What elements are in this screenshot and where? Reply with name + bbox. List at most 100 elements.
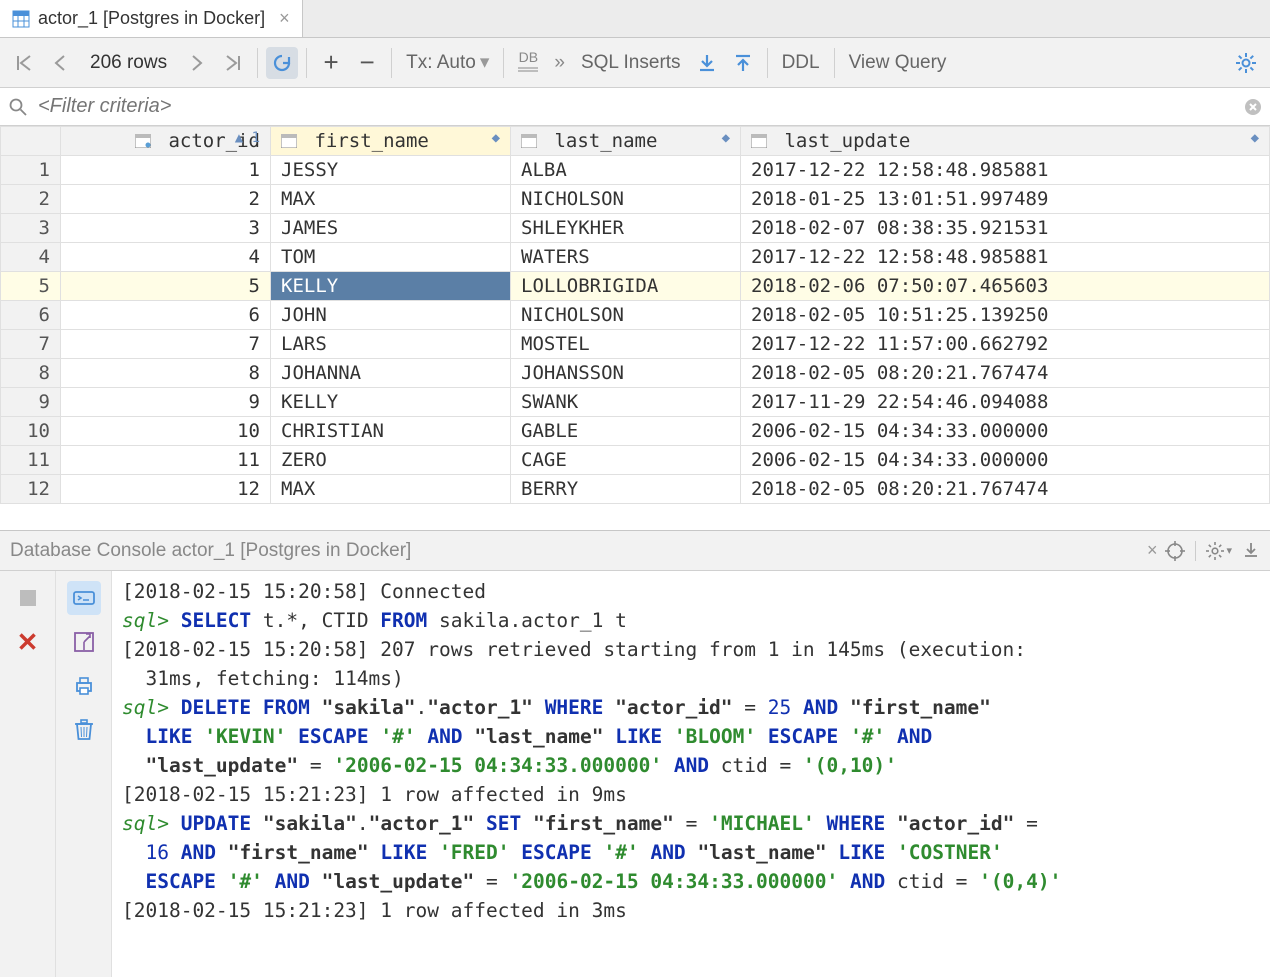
- row-number[interactable]: 11: [1, 446, 61, 475]
- cell-last-update[interactable]: 2018-02-05 08:20:21.767474: [741, 359, 1270, 388]
- cell-first-name[interactable]: LARS: [271, 330, 511, 359]
- row-number[interactable]: 9: [1, 388, 61, 417]
- col-first-name[interactable]: first_name ◆: [271, 127, 511, 156]
- table-row[interactable]: 11JESSYALBA2017-12-22 12:58:48.985881: [1, 156, 1270, 185]
- cell-last-update[interactable]: 2018-02-06 07:50:07.465603: [741, 272, 1270, 301]
- target-icon[interactable]: [1165, 541, 1185, 561]
- cell-last-name[interactable]: BERRY: [511, 475, 741, 504]
- cell-first-name[interactable]: KELLY: [271, 388, 511, 417]
- last-page-button[interactable]: [217, 47, 249, 79]
- rownum-header[interactable]: [1, 127, 61, 156]
- row-number[interactable]: 8: [1, 359, 61, 388]
- cell-last-update[interactable]: 2018-02-05 08:20:21.767474: [741, 475, 1270, 504]
- table-row[interactable]: 77LARSMOSTEL2017-12-22 11:57:00.662792: [1, 330, 1270, 359]
- stop-button[interactable]: [11, 581, 45, 615]
- table-row[interactable]: 22MAXNICHOLSON2018-01-25 13:01:51.997489: [1, 185, 1270, 214]
- table-row[interactable]: 88JOHANNAJOHANSSON2018-02-05 08:20:21.76…: [1, 359, 1270, 388]
- table-row[interactable]: 44TOMWATERS2017-12-22 12:58:48.985881: [1, 243, 1270, 272]
- db-console-button[interactable]: DB: [512, 52, 544, 74]
- cell-actor-id[interactable]: 10: [61, 417, 271, 446]
- cell-actor-id[interactable]: 2: [61, 185, 271, 214]
- row-number[interactable]: 1: [1, 156, 61, 185]
- cell-first-name[interactable]: JAMES: [271, 214, 511, 243]
- cell-first-name[interactable]: ZERO: [271, 446, 511, 475]
- row-number[interactable]: 3: [1, 214, 61, 243]
- cell-actor-id[interactable]: 1: [61, 156, 271, 185]
- cell-actor-id[interactable]: 8: [61, 359, 271, 388]
- console-output[interactable]: [2018-02-15 15:20:58] Connected sql> SEL…: [112, 571, 1270, 977]
- cell-last-name[interactable]: JOHANSSON: [511, 359, 741, 388]
- filter-input[interactable]: [38, 95, 1234, 118]
- view-query-button[interactable]: View Query: [843, 52, 953, 74]
- cell-last-name[interactable]: LOLLOBRIGIDA: [511, 272, 741, 301]
- expand-icon[interactable]: »: [548, 52, 571, 74]
- table-row[interactable]: 1111ZEROCAGE2006-02-15 04:34:33.000000: [1, 446, 1270, 475]
- cell-last-name[interactable]: ALBA: [511, 156, 741, 185]
- cell-actor-id[interactable]: 11: [61, 446, 271, 475]
- table-row[interactable]: 66JOHNNICHOLSON2018-02-05 10:51:25.13925…: [1, 301, 1270, 330]
- row-number[interactable]: 2: [1, 185, 61, 214]
- table-row[interactable]: 1212MAXBERRY2018-02-05 08:20:21.767474: [1, 475, 1270, 504]
- row-number[interactable]: 5: [1, 272, 61, 301]
- cell-first-name[interactable]: JOHN: [271, 301, 511, 330]
- close-icon[interactable]: ×: [279, 8, 290, 29]
- cell-last-update[interactable]: 2017-12-22 11:57:00.662792: [741, 330, 1270, 359]
- sql-inserts-button[interactable]: SQL Inserts: [575, 52, 687, 74]
- cell-actor-id[interactable]: 6: [61, 301, 271, 330]
- first-page-button[interactable]: [8, 47, 40, 79]
- cell-actor-id[interactable]: 4: [61, 243, 271, 272]
- add-row-button[interactable]: +: [315, 47, 347, 79]
- cell-actor-id[interactable]: 12: [61, 475, 271, 504]
- download-icon[interactable]: [1242, 541, 1260, 561]
- cell-first-name[interactable]: CHRISTIAN: [271, 417, 511, 446]
- cell-actor-id[interactable]: 7: [61, 330, 271, 359]
- delete-row-button[interactable]: −: [351, 47, 383, 79]
- cell-last-update[interactable]: 2018-02-05 10:51:25.139250: [741, 301, 1270, 330]
- ddl-button[interactable]: DDL: [776, 52, 826, 74]
- cell-last-update[interactable]: 2017-11-29 22:54:46.094088: [741, 388, 1270, 417]
- cell-first-name[interactable]: KELLY: [271, 272, 511, 301]
- table-row[interactable]: 55KELLYLOLLOBRIGIDA2018-02-06 07:50:07.4…: [1, 272, 1270, 301]
- col-last-name[interactable]: last_name ◆: [511, 127, 741, 156]
- export-button[interactable]: [727, 47, 759, 79]
- import-button[interactable]: [691, 47, 723, 79]
- row-number[interactable]: 10: [1, 417, 61, 446]
- cell-last-name[interactable]: SHLEYKHER: [511, 214, 741, 243]
- cell-first-name[interactable]: MAX: [271, 475, 511, 504]
- row-number[interactable]: 12: [1, 475, 61, 504]
- next-page-button[interactable]: [181, 47, 213, 79]
- cell-last-name[interactable]: NICHOLSON: [511, 185, 741, 214]
- close-icon[interactable]: ×: [1147, 540, 1158, 561]
- cell-last-update[interactable]: 2006-02-15 04:34:33.000000: [741, 417, 1270, 446]
- clear-filter-icon[interactable]: [1244, 98, 1262, 116]
- cell-actor-id[interactable]: 5: [61, 272, 271, 301]
- trash-button[interactable]: [67, 713, 101, 747]
- print-button[interactable]: [67, 669, 101, 703]
- cell-actor-id[interactable]: 3: [61, 214, 271, 243]
- cell-last-update[interactable]: 2018-02-07 08:38:35.921531: [741, 214, 1270, 243]
- cell-last-name[interactable]: SWANK: [511, 388, 741, 417]
- cell-last-name[interactable]: CAGE: [511, 446, 741, 475]
- cell-actor-id[interactable]: 9: [61, 388, 271, 417]
- data-grid[interactable]: actor_id ▲ 1 first_name ◆ last_name ◆: [0, 126, 1270, 531]
- table-row[interactable]: 33JAMESSHLEYKHER2018-02-07 08:38:35.9215…: [1, 214, 1270, 243]
- cancel-button[interactable]: ✕: [11, 625, 45, 659]
- col-last-update[interactable]: last_update ◆: [741, 127, 1270, 156]
- settings-button[interactable]: [1230, 47, 1262, 79]
- output-tab-button[interactable]: [67, 581, 101, 615]
- cell-last-update[interactable]: 2017-12-22 12:58:48.985881: [741, 243, 1270, 272]
- gear-icon[interactable]: ▾: [1206, 541, 1232, 561]
- tx-mode-dropdown[interactable]: Tx: Auto▾: [400, 51, 495, 74]
- refresh-button[interactable]: [266, 47, 298, 79]
- cell-last-name[interactable]: NICHOLSON: [511, 301, 741, 330]
- cell-first-name[interactable]: MAX: [271, 185, 511, 214]
- cell-last-update[interactable]: 2018-01-25 13:01:51.997489: [741, 185, 1270, 214]
- prev-page-button[interactable]: [44, 47, 76, 79]
- cell-last-name[interactable]: GABLE: [511, 417, 741, 446]
- cell-last-name[interactable]: MOSTEL: [511, 330, 741, 359]
- tab-actor1[interactable]: actor_1 [Postgres in Docker] ×: [0, 0, 303, 37]
- table-row[interactable]: 99KELLYSWANK2017-11-29 22:54:46.094088: [1, 388, 1270, 417]
- row-number[interactable]: 6: [1, 301, 61, 330]
- results-tab-button[interactable]: [67, 625, 101, 659]
- cell-first-name[interactable]: JOHANNA: [271, 359, 511, 388]
